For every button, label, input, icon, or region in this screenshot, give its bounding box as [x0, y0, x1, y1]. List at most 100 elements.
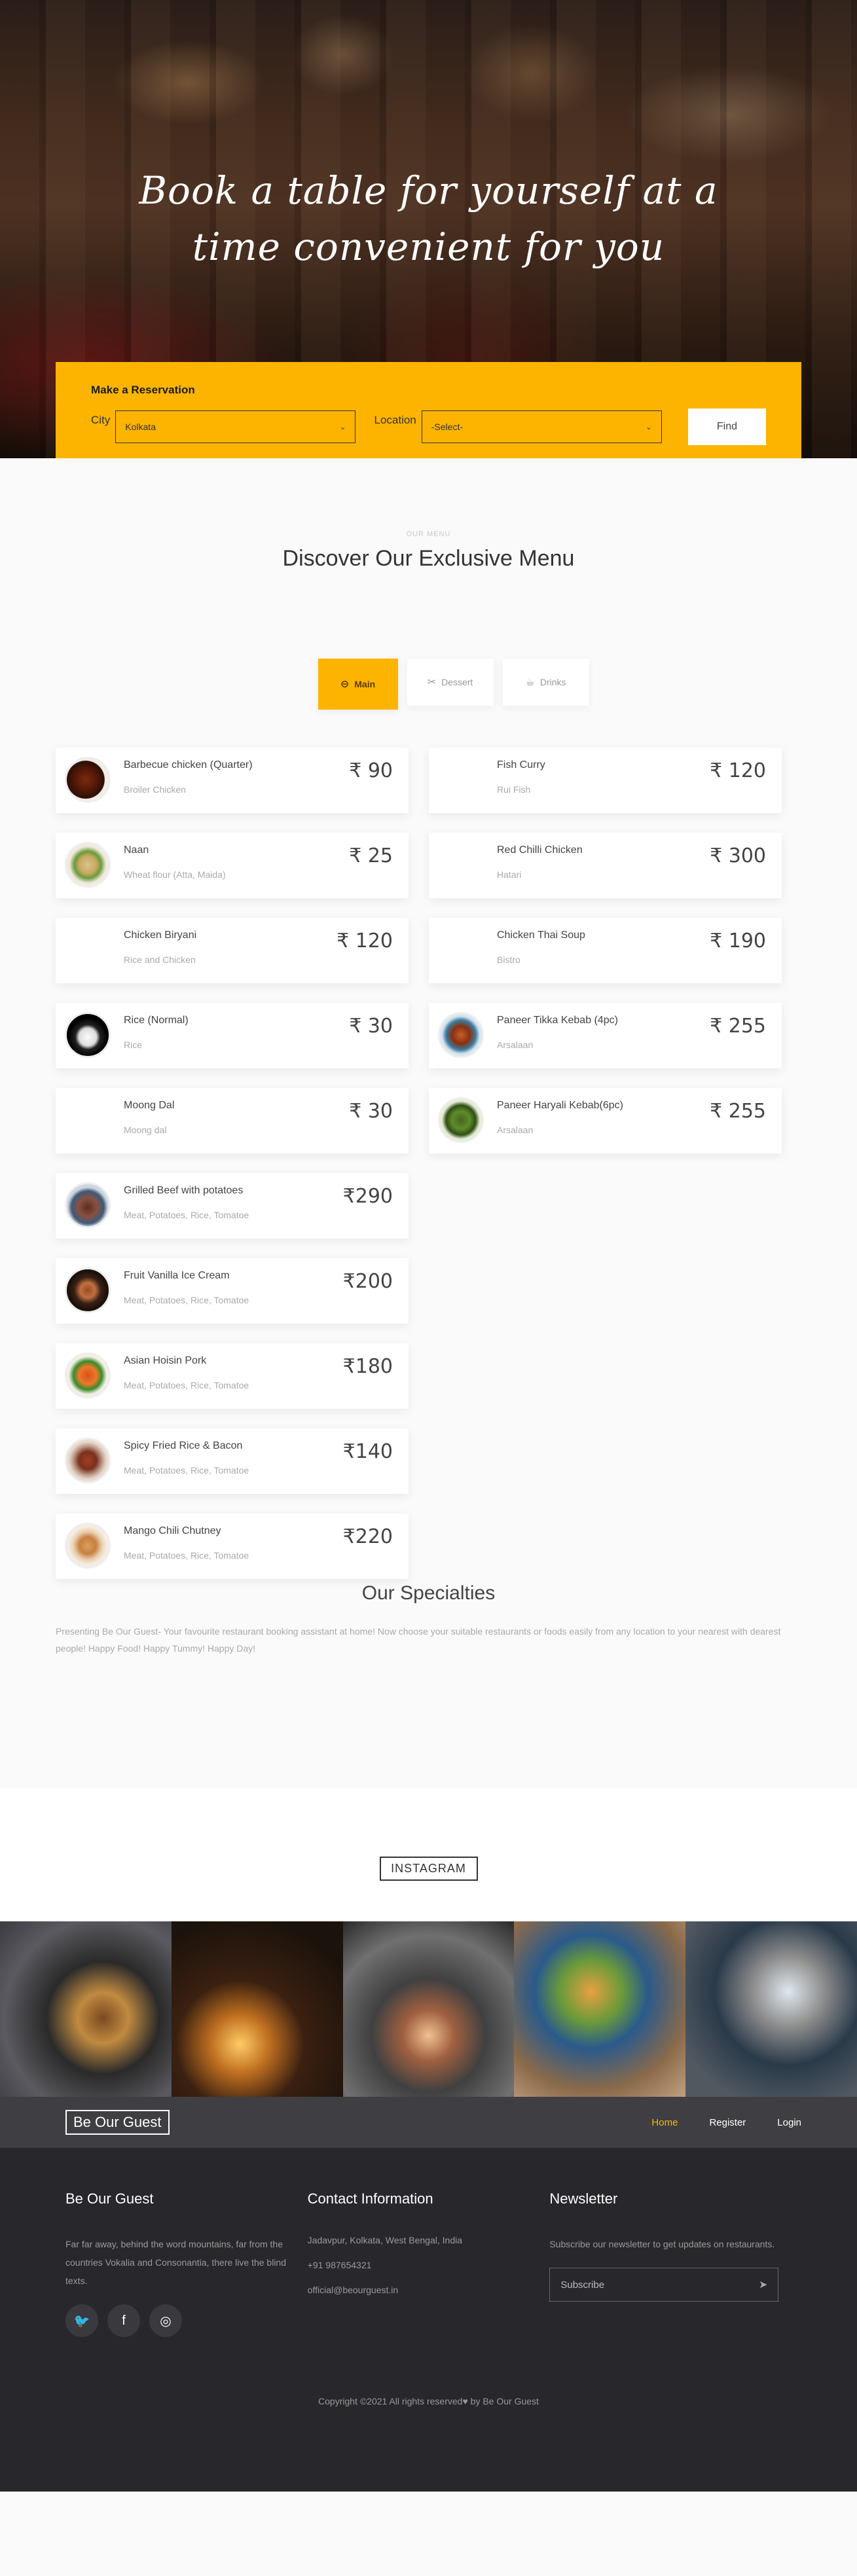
nav-register-link[interactable]: Register: [709, 2117, 746, 2128]
hero-title-line1: Book a table for yourself at a: [139, 168, 718, 213]
menu-item-price: ₹180: [342, 1355, 393, 1378]
find-button[interactable]: Find: [687, 408, 766, 445]
footer-newsletter: Newsletter Subscribe our newsletter to g…: [549, 2190, 792, 2337]
menu-item-price: ₹ 90: [349, 759, 393, 782]
menu-item-desc: Hatari: [497, 869, 522, 880]
location-select[interactable]: -Select- ⌄: [421, 410, 662, 443]
menu-item[interactable]: Paneer Tikka Kebab (4pc) Arsalaan ₹ 255: [429, 1003, 782, 1068]
city-select-value: Kolkata: [125, 422, 156, 432]
footer: Be Our Guest Far far away, behind the wo…: [0, 2148, 857, 2492]
food-thumbnail: [65, 1012, 111, 1058]
brand-logo[interactable]: Be Our Guest: [65, 2110, 170, 2135]
menu-item[interactable]: Chicken Thai Soup Bistro ₹ 190: [429, 918, 782, 983]
footer-about-text: Far far away, behind the word mountains,…: [65, 2239, 286, 2286]
send-icon[interactable]: ➤: [759, 2278, 767, 2291]
reservation-panel: Make a Reservation City Kolkata ⌄ Locati…: [56, 362, 801, 458]
menu-item[interactable]: Moong Dal Moong dal ₹ 30: [56, 1088, 409, 1153]
food-thumbnail: [65, 1523, 111, 1569]
menu-item-price: ₹220: [342, 1525, 393, 1548]
menu-item[interactable]: Fruit Vanilla Ice Cream Meat, Potatoes, …: [56, 1258, 409, 1324]
nav-login-link[interactable]: Login: [777, 2117, 801, 2128]
menu-item-price: ₹ 190: [710, 930, 766, 952]
menu-item[interactable]: Spicy Fried Rice & Bacon Meat, Potatoes,…: [56, 1428, 409, 1494]
footer-phone[interactable]: +91 987654321: [308, 2260, 550, 2270]
copyright-text: Copyright ©2021 All rights reserved: [318, 2396, 463, 2406]
menu-item[interactable]: Naan Wheat flour (Atta, Maida) ₹ 25: [56, 833, 409, 898]
menu-item-desc: Meat, Potatoes, Rice, Tomatoe: [124, 1550, 249, 1561]
tab-drinks-label: Drinks: [539, 677, 566, 687]
menu-item[interactable]: Red Chilli Chicken Hatari ₹ 300: [429, 833, 782, 898]
menu-item[interactable]: Paneer Haryali Kebab(6pc) Arsalaan ₹ 255: [429, 1088, 782, 1153]
menu-tabs: ⊖ Main ✂ Dessert ☕ Drinks: [50, 659, 857, 710]
menu-item[interactable]: Rice (Normal) Rice ₹ 30: [56, 1003, 409, 1068]
instagram-photo[interactable]: [514, 1921, 686, 2097]
location-select-value: -Select-: [431, 422, 463, 432]
menu-item-price: ₹ 255: [710, 1100, 766, 1123]
footer-about: Be Our Guest Far far away, behind the wo…: [65, 2190, 308, 2337]
instagram-photo[interactable]: [0, 1921, 172, 2097]
food-thumbnail: [65, 1182, 111, 1228]
tab-dessert-label: Dessert: [441, 677, 473, 687]
hero-banner: Book a table for yourself at a time conv…: [0, 0, 857, 458]
hero-title-line2: time convenient for you: [192, 225, 665, 269]
copyright: Copyright ©2021 All rights reserved♥ by …: [0, 2396, 857, 2406]
menu-item-desc: Rice: [124, 1040, 143, 1050]
menu-item-desc: Meat, Potatoes, Rice, Tomatoe: [124, 1295, 249, 1305]
menu-item-desc: Meat, Potatoes, Rice, Tomatoe: [124, 1210, 249, 1220]
dish-icon: ⊖: [340, 679, 350, 690]
menu-item[interactable]: Chicken Biryani Rice and Chicken ₹ 120: [56, 918, 409, 983]
tab-drinks[interactable]: ☕ Drinks: [502, 659, 589, 706]
subscribe-input[interactable]: [560, 2279, 744, 2291]
instagram-photo[interactable]: [171, 1921, 343, 2097]
twitter-icon[interactable]: 🐦: [65, 2304, 98, 2337]
nav-home-link[interactable]: Home: [651, 2117, 678, 2128]
instagram-photo[interactable]: [685, 1921, 857, 2097]
instagram-section: INSTAGRAM: [0, 1788, 857, 2097]
instagram-label[interactable]: INSTAGRAM: [379, 1857, 478, 1881]
footer-email[interactable]: official@beourguest.in: [308, 2285, 550, 2295]
footer-contact-title: Contact Information: [307, 2190, 433, 2207]
bottom-navbar: Be Our Guest Home Register Login: [0, 2097, 857, 2148]
footer-contact: Contact Information Jadavpur, Kolkata, W…: [308, 2190, 550, 2337]
instagram-photo[interactable]: [342, 1921, 515, 2097]
footer-address: Jadavpur, Kolkata, West Bengal, India: [307, 2235, 463, 2245]
menu-item-desc: Meat, Potatoes, Rice, Tomatoe: [124, 1380, 249, 1390]
food-thumbnail: [65, 1438, 111, 1483]
menu-item-desc: Rice and Chicken: [124, 954, 196, 965]
subscribe-form: ➤: [549, 2268, 779, 2302]
tab-dessert[interactable]: ✂ Dessert: [407, 659, 494, 706]
facebook-icon[interactable]: f: [107, 2304, 140, 2337]
menu-item-price: ₹200: [342, 1270, 393, 1293]
menu-item-price: ₹ 30: [349, 1015, 393, 1038]
utensils-icon: ✂: [427, 677, 437, 688]
instagram-icon[interactable]: ◎: [149, 2304, 182, 2337]
menu-item[interactable]: Asian Hoisin Pork Meat, Potatoes, Rice, …: [56, 1343, 409, 1409]
food-thumbnail: [438, 1097, 484, 1143]
menu-item[interactable]: Mango Chili Chutney Meat, Potatoes, Rice…: [56, 1514, 409, 1579]
menu-item[interactable]: Fish Curry Rui Fish ₹ 120: [429, 748, 782, 813]
menu-item-price: ₹ 25: [349, 844, 393, 867]
copyright-by: by Be Our Guest: [467, 2396, 539, 2406]
menu-item[interactable]: Grilled Beef with potatoes Meat, Potatoe…: [56, 1173, 409, 1239]
menu-item-desc: Arsalaan: [497, 1125, 534, 1135]
menu-item-price: ₹ 255: [710, 1015, 766, 1038]
specialties-text: Presenting Be Our Guest- Your favourite …: [56, 1626, 781, 1654]
menu-eyebrow: OUR MENU: [406, 530, 451, 538]
tab-main[interactable]: ⊖ Main: [318, 659, 398, 710]
instagram-gallery: [0, 1921, 857, 2097]
social-links: 🐦 f ◎: [65, 2304, 308, 2337]
food-thumbnail: [438, 1012, 484, 1058]
food-thumbnail: [65, 757, 111, 803]
menu-item-desc: Moong dal: [124, 1125, 167, 1135]
city-select[interactable]: Kolkata ⌄: [115, 410, 356, 443]
menu-item[interactable]: Barbecue chicken (Quarter) Broiler Chick…: [56, 748, 409, 813]
menu-title: Discover Our Exclusive Menu: [282, 546, 575, 571]
food-thumbnail: [65, 1352, 111, 1398]
menu-item-price: ₹290: [342, 1185, 393, 1208]
menu-item-desc: Wheat flour (Atta, Maida): [124, 869, 226, 880]
hero-title: Book a table for yourself at a time conv…: [0, 162, 857, 275]
menu-item-price: ₹ 120: [710, 759, 766, 782]
reservation-heading: Make a Reservation: [91, 384, 195, 396]
specialties-section: Our Specialties Presenting Be Our Guest-…: [56, 1582, 801, 1788]
menu-item-desc: Broiler Chicken: [124, 784, 186, 795]
